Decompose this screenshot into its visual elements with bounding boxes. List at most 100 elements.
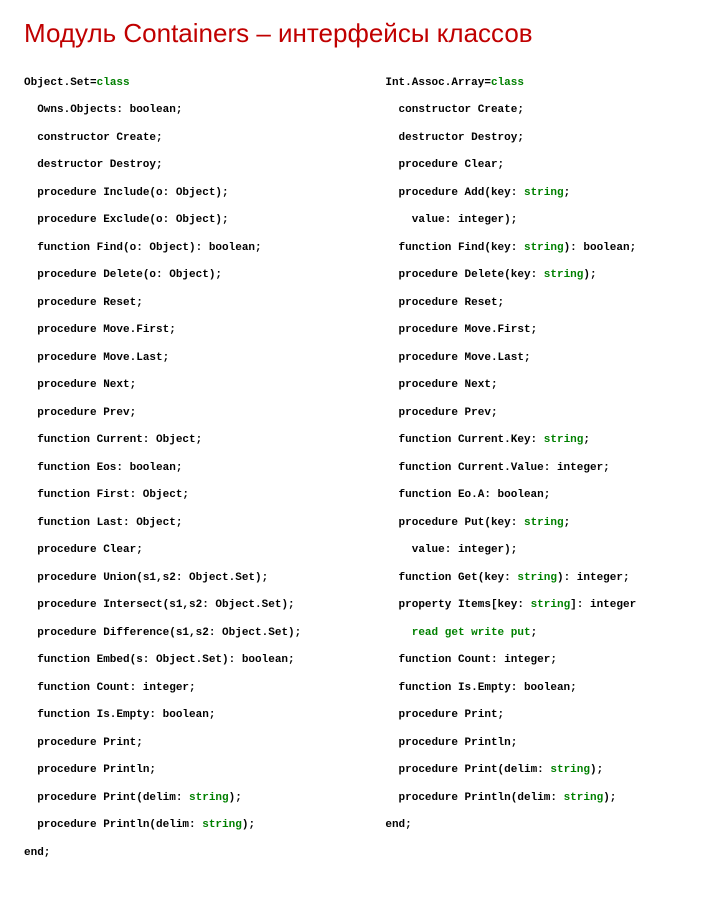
code-text: function: [37, 682, 90, 694]
code-text: );: [242, 819, 255, 831]
code-text: Reset;: [97, 297, 143, 309]
code-text: value: integer);: [412, 544, 518, 556]
code-text: function: [37, 654, 90, 666]
code-text: procedure: [399, 764, 458, 776]
code-text: end;: [24, 847, 50, 859]
code-text: Find(o: Object): boolean;: [90, 242, 262, 254]
code-text: Intersect(s1,s2: Object.Set);: [97, 599, 295, 611]
code-text: ): boolean;: [564, 242, 637, 254]
code-text: procedure: [399, 517, 458, 529]
code-text: Count: integer;: [90, 682, 196, 694]
code-text: procedure: [37, 352, 96, 364]
code-text: );: [229, 792, 242, 804]
code-text: );: [583, 269, 596, 281]
code-text: Is.Empty: boolean;: [90, 709, 215, 721]
string-type: string: [544, 269, 584, 281]
code-text: property: [399, 599, 452, 611]
code-text: Clear;: [458, 159, 504, 171]
code-text: Current.Value: integer;: [451, 462, 609, 474]
code-text: function: [37, 434, 90, 446]
code-text: Print(delim:: [97, 792, 189, 804]
string-type: string: [524, 187, 564, 199]
code-text: Embed(s: Object.Set): boolean;: [90, 654, 295, 666]
code-text: ;: [564, 517, 571, 529]
code-text: Print;: [458, 709, 504, 721]
code-text: procedure: [399, 297, 458, 309]
code-text: function: [37, 242, 90, 254]
code-text: Get(key:: [451, 572, 517, 584]
code-text: procedure: [37, 737, 96, 749]
code-text: destructor: [37, 159, 103, 171]
code-text: ]: integer: [570, 599, 636, 611]
code-text: Clear;: [97, 544, 143, 556]
code-text: value: integer);: [412, 214, 518, 226]
code-text: Move.First;: [97, 324, 176, 336]
code-text: ;: [564, 187, 571, 199]
code-text: Find(key:: [451, 242, 524, 254]
code-text: procedure: [399, 187, 458, 199]
code-text: Delete(o: Object);: [97, 269, 222, 281]
code-text: Println;: [97, 764, 156, 776]
code-text: function: [399, 462, 452, 474]
string-type: string: [550, 764, 590, 776]
code-text: function: [399, 242, 452, 254]
code-text: procedure: [37, 187, 96, 199]
code-text: Current.Key:: [451, 434, 543, 446]
code-text: Owns.Objects:: [37, 104, 129, 116]
code-text: function: [399, 489, 452, 501]
code-text: ;: [531, 627, 538, 639]
int-assoc-array-code: Int.Assoc.Array=class constructor Create…: [385, 63, 696, 888]
code-text: Move.First;: [458, 324, 537, 336]
code-text: Reset;: [458, 297, 504, 309]
code-text: Int.Assoc.Array=: [385, 77, 491, 89]
code-text: Create;: [471, 104, 524, 116]
string-type: string: [564, 792, 604, 804]
code-text: Eo.A: boolean;: [451, 489, 550, 501]
code-text: procedure: [399, 737, 458, 749]
object-set-code: Object.Set=class Owns.Objects: boolean; …: [24, 63, 367, 888]
string-type: string: [524, 517, 564, 529]
code-text: procedure: [399, 352, 458, 364]
code-text: function: [37, 489, 90, 501]
code-text: procedure: [37, 627, 96, 639]
code-text: First: Object;: [90, 489, 189, 501]
code-text: Create;: [110, 132, 163, 144]
code-text: Difference(s1,s2: Object.Set);: [97, 627, 302, 639]
code-text: Destroy;: [465, 132, 524, 144]
code-text: function: [37, 709, 90, 721]
code-text: end;: [385, 819, 411, 831]
code-text: Items[key:: [451, 599, 530, 611]
code-text: ;: [583, 434, 590, 446]
code-text: function: [37, 517, 90, 529]
read-write-keyword: read get write put: [412, 627, 531, 639]
code-text: procedure: [37, 819, 96, 831]
class-keyword: class: [97, 77, 130, 89]
code-text: Delete(key:: [458, 269, 544, 281]
code-text: function: [399, 654, 452, 666]
code-text: );: [590, 764, 603, 776]
code-text: Is.Empty: boolean;: [451, 682, 576, 694]
code-text: Println(delim:: [458, 792, 564, 804]
code-text: procedure: [37, 324, 96, 336]
code-text: procedure: [399, 324, 458, 336]
code-text: Put(key:: [458, 517, 524, 529]
code-text: function: [399, 682, 452, 694]
code-text: procedure: [37, 407, 96, 419]
code-text: destructor: [399, 132, 465, 144]
string-type: string: [189, 792, 229, 804]
code-text: constructor: [399, 104, 472, 116]
code-text: procedure: [37, 572, 96, 584]
code-text: Print;: [97, 737, 143, 749]
code-text: procedure: [399, 407, 458, 419]
code-text: procedure: [37, 544, 96, 556]
slide: Модуль Containers – интерфейсы классов O…: [0, 0, 720, 906]
string-type: string: [202, 819, 242, 831]
code-columns: Object.Set=class Owns.Objects: boolean; …: [24, 63, 696, 888]
code-text: Eos: boolean;: [90, 462, 182, 474]
code-text: procedure: [37, 297, 96, 309]
code-text: Print(delim:: [458, 764, 550, 776]
code-text: Destroy;: [103, 159, 162, 171]
code-text: Next;: [458, 379, 498, 391]
code-text: procedure: [399, 792, 458, 804]
code-text: function: [37, 462, 90, 474]
